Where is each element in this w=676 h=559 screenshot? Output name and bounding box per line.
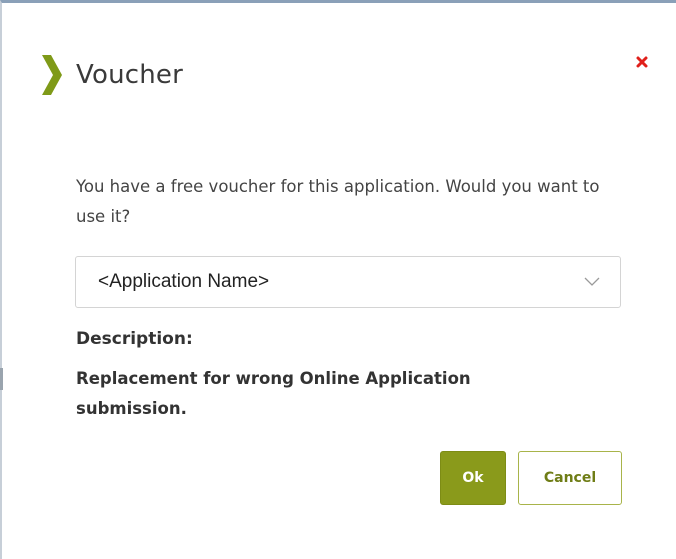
application-select-value: <Application Name>	[98, 271, 270, 292]
dialog-message: You have a free voucher for this applica…	[76, 177, 600, 226]
ok-button[interactable]: Ok	[440, 451, 506, 505]
chevron-right-icon	[42, 55, 62, 95]
chevron-down-icon	[584, 277, 600, 286]
cancel-button[interactable]: Cancel	[518, 451, 622, 505]
voucher-dialog: Voucher You have a free voucher for this…	[10, 6, 676, 559]
background-edge-marker	[0, 368, 3, 390]
description-label: Description:	[76, 329, 193, 349]
dialog-header: Voucher	[42, 50, 183, 100]
application-select[interactable]: <Application Name>	[75, 256, 621, 308]
description-text: Replacement for wrong Online Application…	[76, 369, 471, 418]
dialog-title: Voucher	[76, 60, 184, 90]
close-icon[interactable]	[632, 52, 652, 72]
